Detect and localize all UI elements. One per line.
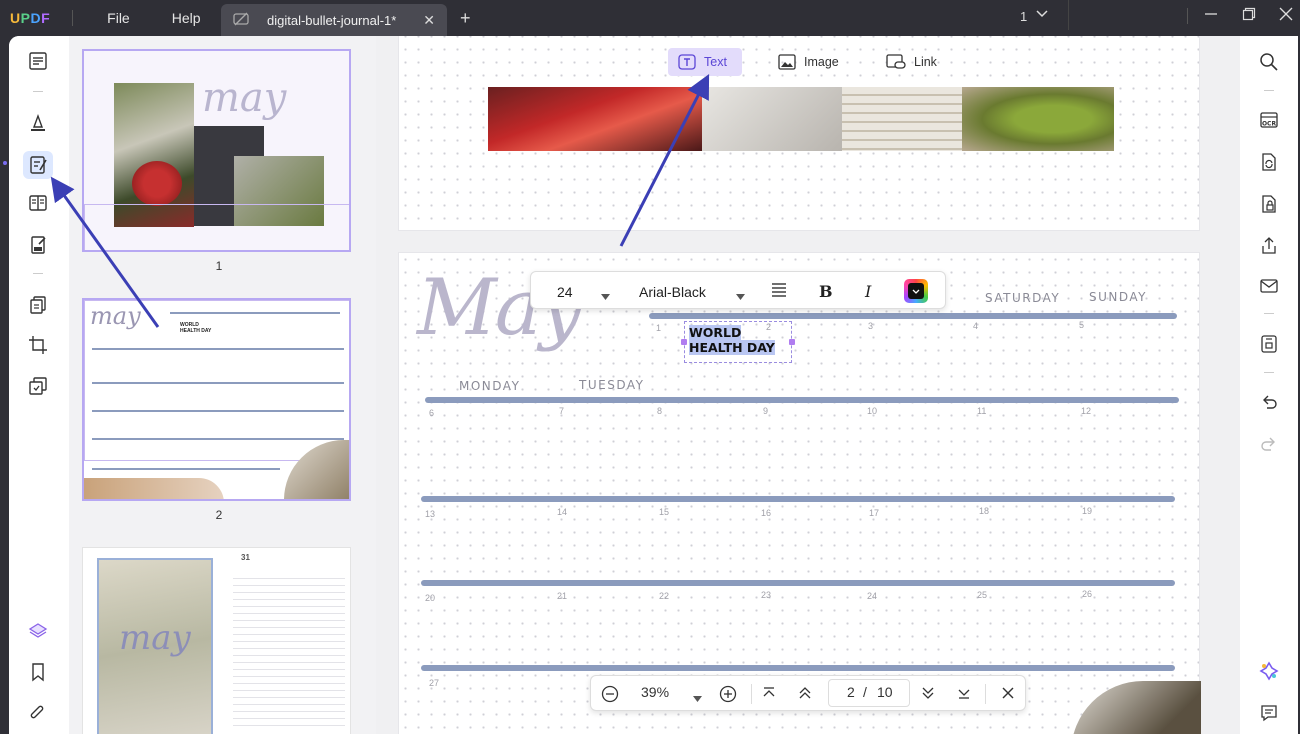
annotation-arrows	[0, 0, 1300, 734]
arrow-to-text-mode	[621, 82, 705, 246]
arrow-to-edit-tool	[56, 184, 158, 327]
